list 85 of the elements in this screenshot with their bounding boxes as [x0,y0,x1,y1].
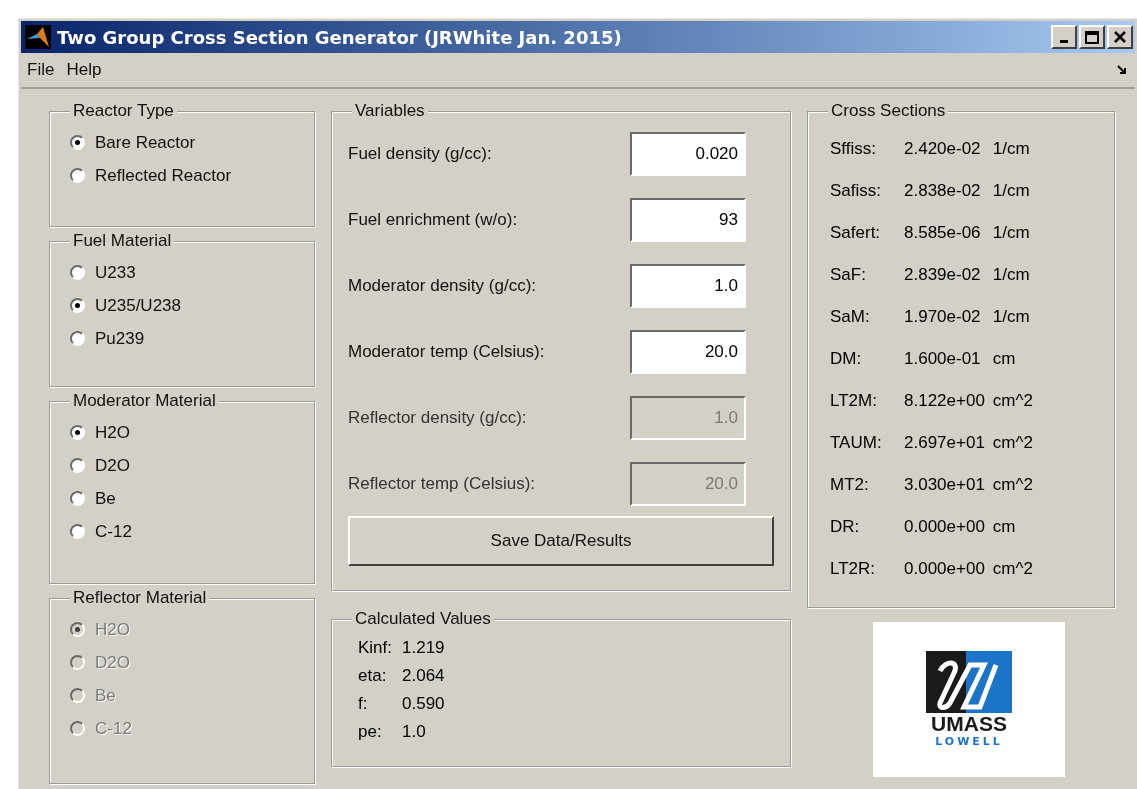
radio-button[interactable] [70,331,85,346]
close-button[interactable] [1107,25,1133,49]
logo-wordmark: UMASS [931,712,1007,735]
number-field[interactable]: 20.0 [630,330,746,374]
radio-button[interactable] [70,491,85,506]
number-field[interactable]: 0.020 [630,132,746,176]
minimize-button[interactable] [1051,25,1077,49]
cross-section-unit: cm^2 [992,432,1033,454]
menu-item[interactable]: Help [60,57,108,83]
cross-section-value: 1.970e-02 [904,306,982,328]
radio-option[interactable]: Pu239 [70,322,314,355]
cross-section-value: 1.600e-01 [904,348,982,370]
cross-section-unit: 1/cm [992,264,1031,286]
field-label: Reflector temp (Celsius): [348,473,536,496]
value-label: f: [358,693,369,715]
value-label: eta: [358,665,388,687]
cross-section-value: 0.000e+00 [904,558,985,580]
cross-section-unit: cm [992,348,1017,370]
minimize-icon [1060,40,1068,43]
radio-button[interactable] [70,458,85,473]
radio-option[interactable]: Bare Reactor [70,126,314,159]
logo-mark-icon [926,650,1012,713]
cross-section-unit: cm [992,516,1017,538]
cross-section-label: Safiss: [830,180,883,202]
value-text: 1.219 [402,637,445,659]
radio-button[interactable] [70,298,85,313]
radio-option[interactable]: C-12 [70,515,314,548]
cross-section-label: LT2R: [830,558,877,580]
cross-section-unit: 1/cm [992,306,1031,328]
cross-section-unit: cm^2 [992,558,1033,580]
cross-section-unit: 1/cm [992,138,1031,160]
close-icon [1114,31,1126,43]
cross-section-value: 3.030e+01 [904,474,985,496]
radio-option[interactable]: U233 [70,256,314,289]
cross-section-value: 2.838e-02 [904,180,982,202]
number-field[interactable]: 93 [630,198,746,242]
cross-section-value: 2.839e-02 [904,264,982,286]
value-label: pe: [358,721,383,743]
cross-section-unit: 1/cm [992,180,1031,202]
field-label: Reflector density (g/cc): [348,407,527,430]
radio-button[interactable] [70,168,85,183]
number-field[interactable]: 1.0 [630,264,746,308]
save-button[interactable]: Save Data/Results [348,516,774,566]
cross-section-label: DR: [830,516,861,538]
radio-button[interactable] [70,524,85,539]
group-title: Reactor Type [70,101,177,121]
window-title: Two Group Cross Section Generator (JRWhite Jan. 2015) [57,25,622,50]
field-label: Moderator temp (Celsius): [348,341,545,364]
field-label: Moderator density (g/cc): [348,275,536,298]
menu-item[interactable]: File [21,57,61,83]
cross-section-value: 8.585e-06 [904,222,982,244]
cross-section-unit: cm^2 [992,390,1033,412]
radio-button[interactable] [70,425,85,440]
cross-section-value: 2.420e-02 [904,138,982,160]
radio-button[interactable] [70,135,85,150]
value-text: 0.590 [402,693,445,715]
radio-option[interactable]: Be [70,482,314,515]
cross-section-value: 8.122e+00 [904,390,985,412]
radio-option[interactable]: H2O [70,416,314,449]
peak-logo-icon [25,25,51,49]
cross-section-label: SaF: [830,264,867,286]
maximize-button[interactable] [1079,25,1105,49]
dock-arrow-icon[interactable] [1117,65,1127,75]
cross-section-label: DM: [830,348,863,370]
cross-section-value: 2.697e+01 [904,432,985,454]
cross-section-unit: 1/cm [992,222,1031,244]
value-label: Kinf: [358,637,393,659]
field-label: Fuel density (g/cc): [348,143,492,166]
cross-section-label: Safert: [830,222,882,244]
cross-section-value: 0.000e+00 [904,516,985,538]
logo-subtitle: LOWELL [935,734,1003,749]
cross-section-unit: cm^2 [992,474,1033,496]
value-text: 2.064 [402,665,445,687]
radio-option[interactable]: Reflected Reactor [70,159,314,192]
cross-section-label: Sffiss: [830,138,877,160]
cross-section-label: TAUM: [830,432,883,454]
radio-button[interactable] [70,265,85,280]
cross-section-label: MT2: [830,474,870,496]
radio-option[interactable]: D2O [70,449,314,482]
cross-section-label: LT2M: [830,390,878,412]
value-text: 1.0 [402,721,427,743]
field-label: Fuel enrichment (w/o): [348,209,518,232]
cross-section-label: SaM: [830,306,871,328]
radio-option[interactable]: U235/U238 [70,289,314,322]
maximize-icon [1085,30,1099,44]
